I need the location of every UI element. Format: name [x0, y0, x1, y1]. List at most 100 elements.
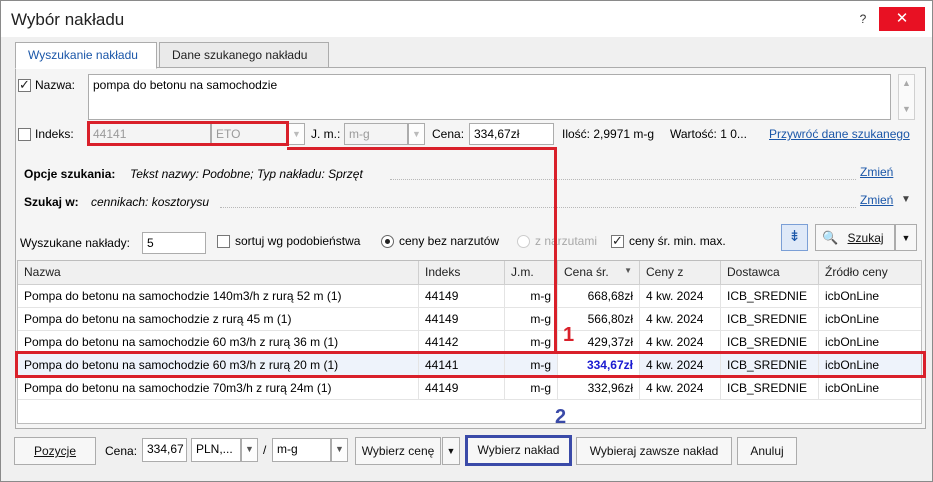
- col-index[interactable]: Indeks: [419, 261, 505, 285]
- index-dropdown-arrow[interactable]: ▼: [288, 123, 305, 145]
- bottom-unit-dropdown-arrow[interactable]: ▼: [331, 438, 348, 462]
- choose-item-button[interactable]: Wybierz nakład: [465, 435, 572, 466]
- bottom-price-input[interactable]: 334,67: [142, 438, 187, 462]
- unit-dropdown-arrow[interactable]: ▼: [408, 123, 425, 145]
- cell-unit: m-g: [505, 377, 558, 399]
- search-button[interactable]: 🔍 Szukaj: [815, 224, 895, 251]
- annotation-marker-2: 2: [555, 406, 567, 428]
- cell-price-source: icbOnLine: [825, 381, 880, 395]
- search-dropdown-arrow[interactable]: ▼: [895, 224, 917, 251]
- annotation-line-vertical: [554, 147, 557, 352]
- cell-supplier: ICB_SREDNIE: [721, 331, 819, 353]
- choose-price-button[interactable]: Wybierz cenę: [355, 437, 441, 465]
- col-avg-price-label: Cena śr.: [564, 265, 609, 279]
- cell-index: 44149: [419, 285, 505, 307]
- always-choose-button[interactable]: Wybieraj zawsze nakład: [576, 437, 732, 465]
- cell-name: Pompa do betonu na samochodzie 60 m3/h z…: [18, 331, 419, 353]
- cell-price-from: 4 kw. 2024: [640, 377, 721, 399]
- col-supplier[interactable]: Dostawca: [721, 261, 819, 285]
- price-input[interactable]: 334,67zł: [469, 123, 554, 145]
- choose-price-dropdown-arrow[interactable]: ▼: [442, 437, 460, 465]
- table-row[interactable]: Pompa do betonu na samochodzie 140m3/h z…: [18, 285, 921, 308]
- cell-unit: m-g: [505, 308, 558, 330]
- cancel-button[interactable]: Anuluj: [737, 437, 797, 465]
- restore-link[interactable]: Przywróć dane szukanego: [769, 127, 910, 141]
- radio-no-markup-label: ceny bez narzutów: [399, 234, 500, 248]
- scroll-down-icon[interactable]: ▼: [899, 104, 914, 114]
- name-input[interactable]: pompa do betonu na samochodzie: [88, 74, 891, 120]
- sort-desc-icon: ▼: [624, 266, 632, 275]
- col-avg-price[interactable]: Cena śr. ▼: [558, 261, 640, 285]
- col-price-from[interactable]: Ceny z: [640, 261, 721, 285]
- sort-checkbox[interactable]: [217, 235, 230, 248]
- cell-supplier: ICB_SREDNIE: [721, 285, 819, 307]
- positions-button[interactable]: Pozycje: [14, 437, 96, 465]
- quantity-text: Ilość: 2,9971 m-g: [562, 127, 655, 141]
- scroll-up-icon[interactable]: ▲: [899, 78, 914, 88]
- help-icon[interactable]: ?: [851, 7, 875, 31]
- bottom-unit-select[interactable]: m-g: [272, 438, 331, 462]
- col-price-source[interactable]: Źródło ceny: [819, 261, 921, 285]
- annotation-marker-1: 1: [563, 324, 575, 346]
- tab-search-data[interactable]: Dane szukanego nakładu: [159, 42, 329, 68]
- search-in-change-link[interactable]: Zmień: [860, 193, 893, 207]
- name-scrollbar[interactable]: ▲ ▼: [898, 74, 915, 120]
- index-label: Indeks:: [35, 127, 74, 141]
- search-in-value: cennikach: kosztorysu: [91, 195, 210, 209]
- price-label: Cena:: [432, 127, 465, 141]
- name-checkbox[interactable]: [18, 77, 31, 93]
- cell-supplier: ICB_SREDNIE: [721, 377, 819, 399]
- cell-price-source: icbOnLine: [825, 289, 880, 303]
- tab-search[interactable]: Wyszukanie nakładu: [15, 42, 157, 69]
- positions-button-label: Pozycje: [33, 444, 77, 458]
- cell-name: Pompa do betonu na samochodzie 70m3/h z …: [18, 377, 419, 399]
- cell-index: 44149: [419, 377, 505, 399]
- unit-label: J. m.:: [311, 127, 341, 141]
- minmax-label: ceny śr. min. max.: [629, 234, 726, 248]
- chevron-down-icon[interactable]: ▼: [901, 194, 911, 205]
- pin-icon[interactable]: ⇟: [781, 224, 808, 251]
- cell-avg-price: 668,68zł: [558, 285, 640, 307]
- cell-index: 44149: [419, 308, 505, 330]
- annotation-row-box: [15, 351, 926, 378]
- radio-with-markup[interactable]: [517, 235, 530, 248]
- options-value: Tekst nazwy: Podobne; Typ nakładu: Sprzę…: [130, 167, 363, 181]
- title-bar: Wybór nakładu ? ✕: [1, 1, 932, 37]
- cell-name: Pompa do betonu na samochodzie z rurą 45…: [18, 308, 419, 330]
- col-unit[interactable]: J.m.: [505, 261, 558, 285]
- unit-select[interactable]: m-g: [344, 123, 408, 145]
- table-row[interactable]: Pompa do betonu na samochodzie 70m3/h z …: [18, 377, 921, 400]
- radio-no-markup[interactable]: [381, 235, 394, 248]
- cell-price-from: 4 kw. 2024: [640, 308, 721, 330]
- index-checkbox[interactable]: [18, 128, 31, 141]
- found-label: Wyszukane nakłady:: [20, 236, 130, 250]
- currency-dropdown-arrow[interactable]: ▼: [241, 438, 258, 462]
- cell-price-source: icbOnLine: [825, 312, 880, 326]
- radio-with-markup-label: z narzutami: [535, 234, 598, 248]
- window-title: Wybór nakładu: [11, 10, 125, 29]
- sort-label: sortuj wg podobieństwa: [235, 234, 361, 248]
- search-in-divider: [220, 207, 856, 208]
- cell-price-from: 4 kw. 2024: [640, 285, 721, 307]
- found-count: 5: [142, 232, 206, 254]
- cell-unit: m-g: [505, 331, 558, 353]
- currency-select[interactable]: PLN,...: [191, 438, 241, 462]
- options-divider: [390, 179, 856, 180]
- bottom-price-label: Cena:: [105, 444, 138, 458]
- magnifier-icon: 🔍: [822, 230, 839, 245]
- col-name[interactable]: Nazwa: [18, 261, 419, 285]
- search-in-label: Szukaj w:: [24, 195, 79, 209]
- table-row[interactable]: Pompa do betonu na samochodzie z rurą 45…: [18, 308, 921, 331]
- results-table: Nazwa Indeks J.m. Cena śr. ▼ Ceny z Dost…: [17, 260, 922, 424]
- dialog-window: Wybór nakładu ? ✕ Wyszukanie nakładu Dan…: [0, 0, 933, 482]
- annotation-index-box: [87, 121, 289, 146]
- cell-name: Pompa do betonu na samochodzie 140m3/h z…: [18, 285, 419, 307]
- options-change-link[interactable]: Zmień: [860, 165, 893, 179]
- minmax-checkbox[interactable]: [611, 233, 624, 249]
- value-text: Wartość: 1 0...: [670, 127, 747, 141]
- cell-unit: m-g: [505, 285, 558, 307]
- close-button[interactable]: ✕: [879, 7, 925, 31]
- table-header: Nazwa Indeks J.m. Cena śr. ▼ Ceny z Dost…: [18, 261, 921, 285]
- cell-price-from: 4 kw. 2024: [640, 331, 721, 353]
- options-label: Opcje szukania:: [24, 167, 116, 181]
